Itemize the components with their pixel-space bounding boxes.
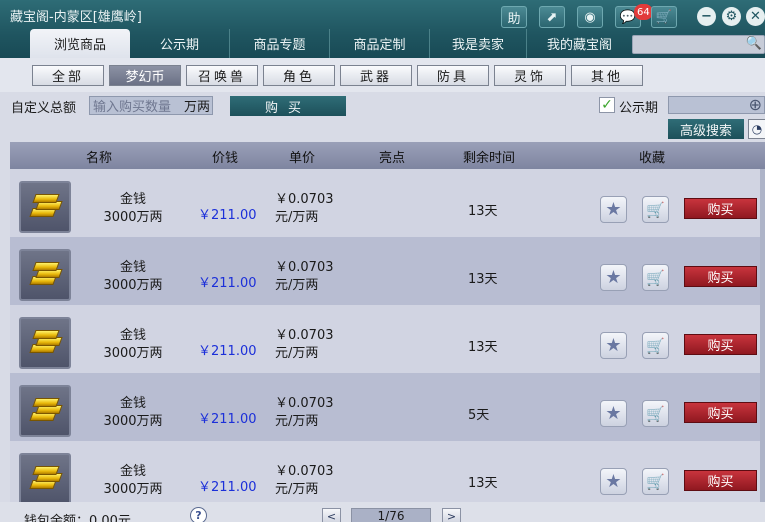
tab-seller[interactable]: 我是卖家 — [430, 29, 527, 58]
main-tabs: 浏览商品 公示期 商品专题 商品定制 我是卖家 我的藏宝阁 — [30, 29, 632, 58]
tab-topics[interactable]: 商品专题 — [230, 29, 330, 58]
cart-icon[interactable]: 🛒 — [642, 264, 669, 291]
item-name: 金钱 3000万两 — [103, 192, 163, 225]
prev-page-button[interactable]: < — [322, 508, 341, 522]
item-remaining-time: 13天 — [468, 476, 498, 491]
star-icon[interactable]: ★ — [600, 400, 627, 427]
clock-icon[interactable]: ◔ — [748, 119, 765, 139]
cart-icon[interactable]: 🛒 — [642, 196, 669, 223]
buy-button[interactable]: 购买 — [684, 266, 757, 287]
item-unit-price: ￥0.0703 元/万两 — [275, 192, 334, 225]
tab-my-cbg[interactable]: 我的藏宝阁 — [527, 29, 632, 58]
header-highlights: 亮点 — [379, 151, 406, 166]
header-price[interactable]: 价钱 — [212, 147, 238, 166]
tab-custom[interactable]: 商品定制 — [330, 29, 430, 58]
category-role[interactable]: 角色 — [263, 65, 335, 86]
item-unit-price: ￥0.0703 元/万两 — [275, 396, 334, 429]
gold-ingot-icon — [19, 385, 71, 437]
buy-button[interactable]: 购买 — [684, 198, 757, 219]
category-bar: 全部 梦幻币 召唤兽 角色 武器 防具 灵饰 其他 — [0, 58, 765, 92]
category-weapon[interactable]: 武器 — [340, 65, 412, 86]
gold-ingot-icon — [19, 181, 71, 233]
item-price: ￥211.00 — [198, 344, 257, 359]
advanced-search-button[interactable]: 高级搜索 — [668, 119, 744, 139]
category-accessory[interactable]: 灵饰 — [494, 65, 566, 86]
star-icon[interactable]: ★ — [600, 332, 627, 359]
table-row[interactable]: 金钱 3000万两 ￥211.00 ￥0.0703 元/万两 13天 ★ 🛒 购买 — [10, 441, 765, 502]
item-name: 金钱 3000万两 — [103, 328, 163, 361]
table-row[interactable]: 金钱 3000万两 ￥211.00 ￥0.0703 元/万两 13天 ★ 🛒 购买 — [10, 237, 765, 305]
item-name: 金钱 3000万两 — [103, 396, 163, 429]
buy-button[interactable]: 购买 — [684, 334, 757, 355]
tab-browse[interactable]: 浏览商品 — [30, 29, 130, 58]
page-indicator: 1/76 — [351, 508, 431, 522]
category-all[interactable]: 全部 — [32, 65, 104, 86]
gold-ingot-icon — [19, 249, 71, 301]
item-unit-price: ￥0.0703 元/万两 — [275, 260, 334, 293]
item-name: 金钱 3000万两 — [103, 464, 163, 497]
help-icon[interactable]: 助 — [501, 6, 527, 28]
filter-input[interactable]: ⊕ — [668, 95, 765, 114]
message-count-badge: 64 — [634, 4, 653, 20]
tab-public-period[interactable]: 公示期 — [130, 29, 230, 58]
category-other[interactable]: 其他 — [571, 65, 643, 86]
help-icon[interactable]: ? — [190, 507, 207, 522]
stop-icon[interactable]: ◉ — [577, 6, 603, 28]
custom-amount-label: 自定义总额 — [11, 101, 77, 116]
cart-icon[interactable]: 🛒 — [642, 332, 669, 359]
public-period-label: 公示期 — [619, 101, 659, 116]
table-header: 名称 价钱 单价 亮点 剩余时间 收藏 — [10, 142, 765, 169]
item-price: ￥211.00 — [198, 276, 257, 291]
star-icon[interactable]: ★ — [600, 468, 627, 495]
table-row[interactable]: 金钱 3000万两 ￥211.00 ￥0.0703 元/万两 13天 ★ 🛒 购买 — [10, 305, 765, 373]
table-row[interactable]: 金钱 3000万两 ￥211.00 ￥0.0703 元/万两 13天 ★ 🛒 购买 — [10, 169, 765, 237]
minimize-icon[interactable]: − — [697, 7, 716, 26]
search-icon[interactable]: 🔍 — [746, 36, 762, 51]
search-input[interactable]: 🔍 — [632, 35, 765, 54]
gold-ingot-icon — [19, 453, 71, 502]
footer: 钱包余额：0.00元 ? < 1/76 > — [0, 502, 765, 522]
table-row[interactable]: 金钱 3000万两 ￥211.00 ￥0.0703 元/万两 5天 ★ 🛒 购买 — [10, 373, 765, 441]
header-unit-price[interactable]: 单价 — [289, 147, 315, 166]
wallet-balance: 钱包余额：0.00元 — [24, 514, 131, 522]
item-remaining-time: 13天 — [468, 340, 498, 355]
custom-amount-placeholder: 输入购买数量 — [93, 100, 172, 115]
star-icon[interactable]: ★ — [600, 196, 627, 223]
item-unit-price: ￥0.0703 元/万两 — [275, 328, 334, 361]
close-icon[interactable]: ✕ — [746, 7, 765, 26]
title-bar: 藏宝阁-内蒙区[雄鹰岭] 助 ⬈ ◉ 💬 64 🛒 − ⚙ ✕ 浏览商品 公示期… — [0, 0, 765, 58]
category-summon[interactable]: 召唤兽 — [186, 65, 258, 86]
item-price: ￥211.00 — [198, 480, 257, 495]
settings-icon[interactable]: ⚙ — [722, 7, 741, 26]
table-scrollbar[interactable] — [760, 169, 765, 502]
next-page-button[interactable]: > — [442, 508, 461, 522]
item-unit-price: ￥0.0703 元/万两 — [275, 464, 334, 497]
public-period-checkbox[interactable]: ✓ — [599, 97, 615, 113]
share-icon[interactable]: ⬈ — [539, 6, 565, 28]
item-name: 金钱 3000万两 — [103, 260, 163, 293]
buy-button[interactable]: 购买 — [684, 402, 757, 423]
item-remaining-time: 13天 — [468, 272, 498, 287]
buy-button[interactable]: 购买 — [684, 470, 757, 491]
custom-amount-unit: 万两 — [183, 100, 210, 115]
gold-ingot-icon — [19, 317, 71, 369]
item-remaining-time: 5天 — [468, 408, 490, 423]
custom-buy-button[interactable]: 购买 — [230, 96, 346, 116]
item-price: ￥211.00 — [198, 412, 257, 427]
header-name[interactable]: 名称 — [86, 147, 112, 166]
cart-icon[interactable]: 🛒 — [642, 468, 669, 495]
window-title: 藏宝阁-内蒙区[雄鹰岭] — [10, 10, 142, 25]
listing-table: 金钱 3000万两 ￥211.00 ￥0.0703 元/万两 13天 ★ 🛒 购买 … — [10, 169, 765, 502]
category-armor[interactable]: 防具 — [417, 65, 489, 86]
custom-amount-input[interactable]: 输入购买数量 万两 — [89, 96, 213, 115]
header-remaining-time[interactable]: 剩余时间 — [463, 147, 515, 166]
add-icon[interactable]: ⊕ — [749, 95, 762, 114]
cart-icon[interactable]: 🛒 — [642, 400, 669, 427]
category-game-coin[interactable]: 梦幻币 — [109, 65, 181, 86]
header-favorite: 收藏 — [639, 151, 666, 166]
star-icon[interactable]: ★ — [600, 264, 627, 291]
item-price: ￥211.00 — [198, 208, 257, 223]
cart-icon[interactable]: 🛒 — [651, 6, 677, 28]
item-remaining-time: 13天 — [468, 204, 498, 219]
